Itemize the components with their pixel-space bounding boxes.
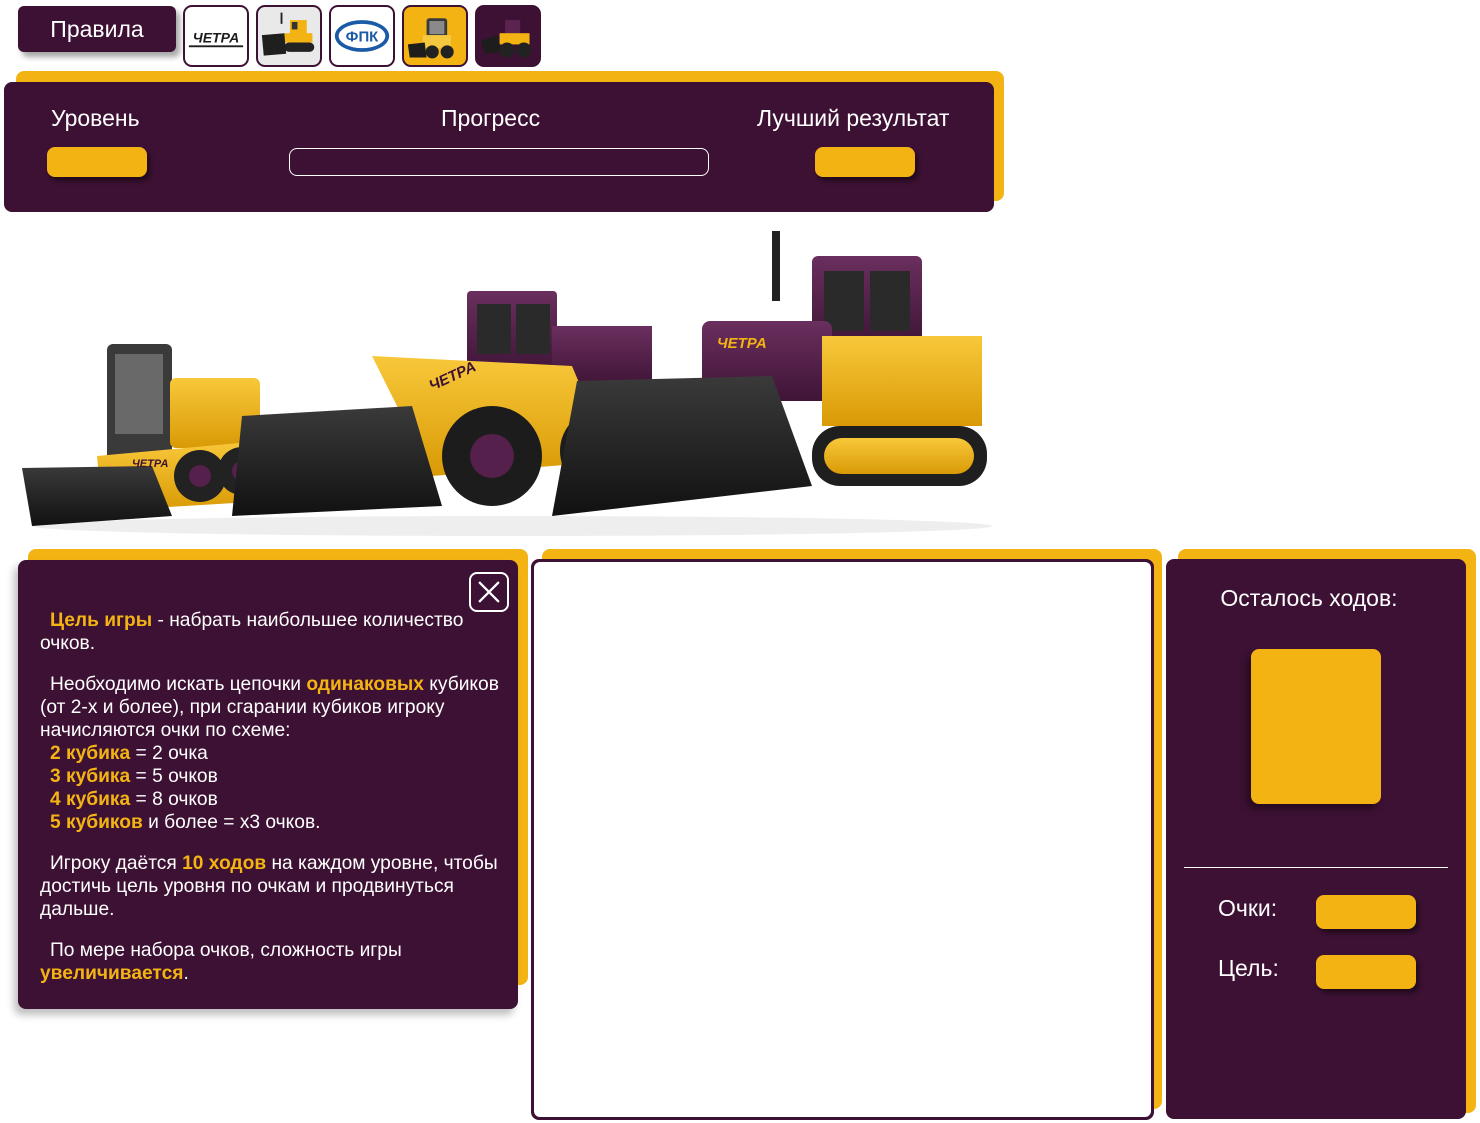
scheme-row: 2 кубика = 2 очка (50, 743, 208, 764)
scheme-row: 5 кубиков и более = х3 очков. (50, 812, 321, 833)
game-board-frame (531, 559, 1154, 1120)
goal-label: Цель: (1218, 955, 1279, 981)
progress-bar (289, 148, 709, 176)
game-board[interactable] (534, 562, 1151, 1117)
scheme-row: 3 кубика = 5 очков (50, 766, 218, 787)
svg-text:ЧЕТРА: ЧЕТРА (132, 458, 168, 470)
side-divider (1184, 867, 1448, 868)
bulldozer-thumbnail[interactable] (256, 5, 322, 67)
skid-steer-thumbnail[interactable] (402, 5, 468, 67)
scheme-row: 4 кубика = 8 очков (50, 789, 218, 810)
close-rules-button[interactable] (469, 572, 509, 612)
best-score-value (815, 147, 915, 177)
skid-steer-loader: ЧЕТРА (22, 344, 267, 526)
wheel-loader-icon (480, 20, 532, 58)
moves-left-value (1251, 649, 1381, 804)
chetra-logo-icon: ЧЕТРА (187, 30, 244, 48)
goal-value (1316, 955, 1416, 989)
rules-paragraph-moves: Игроку даётся 10 ходов на каждом уровне,… (40, 853, 498, 920)
chetra-logo-text: ЧЕТРА (193, 30, 239, 46)
close-icon (478, 581, 500, 603)
rules-paragraph-difficulty: По мере набора очков, сложность игры уве… (40, 940, 402, 984)
machines-banner-image: ЧЕТРА ЧЕТРА ЧЕТРА (22, 231, 992, 536)
best-score-label: Лучший результат (757, 105, 950, 131)
side-panel (1166, 559, 1466, 1119)
wheel-loader-thumbnail[interactable] (475, 5, 541, 67)
rules-paragraph-goal: Цель игры - набрать наибольшее количеств… (40, 610, 464, 654)
score-value (1316, 895, 1416, 929)
progress-label: Прогресс (441, 105, 541, 131)
level-value (47, 147, 147, 177)
skid-steer-icon (407, 18, 454, 59)
bulldozer-icon (261, 12, 315, 56)
rules-text: Цель игры - набрать наибольшее количеств… (40, 609, 502, 1003)
score-label: Очки: (1218, 895, 1278, 921)
fpk-logo-thumbnail[interactable]: ФПК (329, 5, 395, 67)
svg-text:ЧЕТРА: ЧЕТРА (717, 335, 767, 352)
rules-button[interactable]: Правила (18, 6, 176, 52)
moves-left-label: Осталось ходов: (1220, 585, 1398, 611)
chetra-logo-thumbnail[interactable]: ЧЕТРА (183, 5, 249, 67)
fpk-logo-icon: ФПК (334, 20, 390, 52)
level-label: Уровень (51, 105, 140, 131)
fpk-logo-text: ФПК (346, 29, 380, 46)
rules-paragraph-chains: Необходимо искать цепочки одинаковых куб… (40, 673, 502, 834)
